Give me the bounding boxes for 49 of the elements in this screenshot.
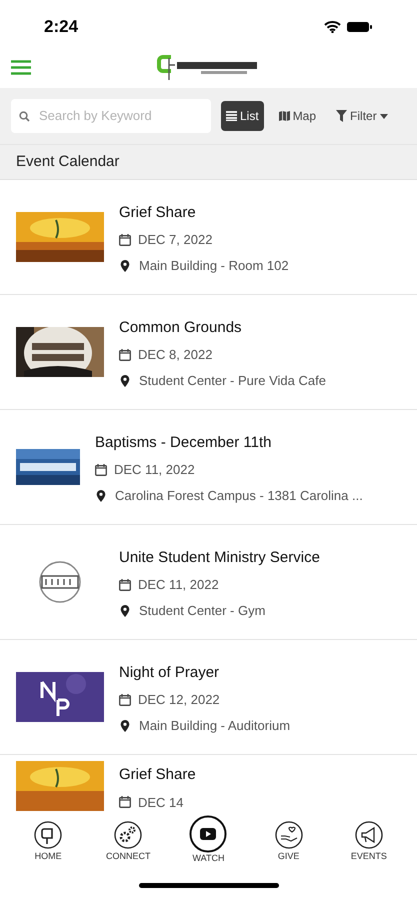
location-pin-icon — [120, 720, 130, 732]
event-date: DEC 14 — [138, 794, 184, 812]
event-date: DEC 11, 2022 — [114, 461, 195, 480]
map-icon — [278, 111, 290, 121]
status-time: 2:24 — [44, 16, 78, 38]
calendar-icon — [119, 796, 131, 808]
event-title: Unite Student Ministry Service — [119, 548, 320, 568]
event-title: Grief Share — [119, 202, 197, 223]
connect-tab[interactable]: CONNECT — [96, 817, 160, 861]
event-date: DEC 11, 2022 — [138, 576, 219, 594]
calendar-icon — [119, 349, 131, 361]
play-icon — [189, 815, 228, 853]
wifi-icon — [324, 20, 341, 32]
battery-icon — [347, 20, 373, 32]
event-date: DEC 7, 2022 — [138, 231, 212, 250]
list-icon — [226, 111, 237, 121]
event-location: Student Center - Gym — [139, 602, 266, 620]
filter-view-button[interactable]: Filter — [331, 101, 393, 131]
calendar-icon — [95, 464, 107, 476]
calendar-icon — [119, 234, 131, 246]
event-location: Student Center - Pure Vida Cafe — [139, 372, 326, 390]
location-pin-icon — [120, 260, 130, 272]
home-tab[interactable]: HOME — [16, 817, 80, 861]
event-location: Carolina Forest Campus - 1381 Carolina ... — [115, 486, 363, 505]
event-date: DEC 8, 2022 — [138, 346, 212, 364]
location-pin-icon — [120, 374, 130, 386]
menu-icon[interactable] — [11, 60, 31, 75]
map-view-button[interactable]: Map — [274, 101, 322, 131]
location-pin-icon — [96, 490, 106, 502]
caret-icon — [380, 114, 388, 118]
section-title: Event Calendar — [16, 152, 120, 172]
calendar-icon — [119, 579, 131, 591]
event-title: Common Grounds — [119, 318, 243, 338]
event-date: DEC 12, 2022 — [138, 691, 220, 710]
list-view-button[interactable]: List — [221, 101, 264, 131]
megaphone-icon — [354, 821, 383, 849]
search-icon — [19, 110, 30, 122]
event-title: Night of Prayer — [119, 662, 220, 683]
search-input: Search by Keyword — [39, 106, 199, 126]
event-location: Main Building - Room 102 — [139, 256, 289, 275]
filter-icon — [336, 110, 348, 122]
give-tab[interactable]: GIVE — [256, 817, 321, 861]
event-location: Main Building - Auditorium — [139, 716, 290, 735]
location-pin-icon — [120, 604, 130, 616]
search-field[interactable]: Search by Keyword — [11, 99, 211, 133]
events-tab[interactable]: EVENTS — [336, 817, 401, 861]
calendar-icon — [119, 694, 131, 706]
event-title: Baptisms - December 11th — [95, 432, 272, 453]
event-title: Grief Share — [119, 765, 196, 785]
